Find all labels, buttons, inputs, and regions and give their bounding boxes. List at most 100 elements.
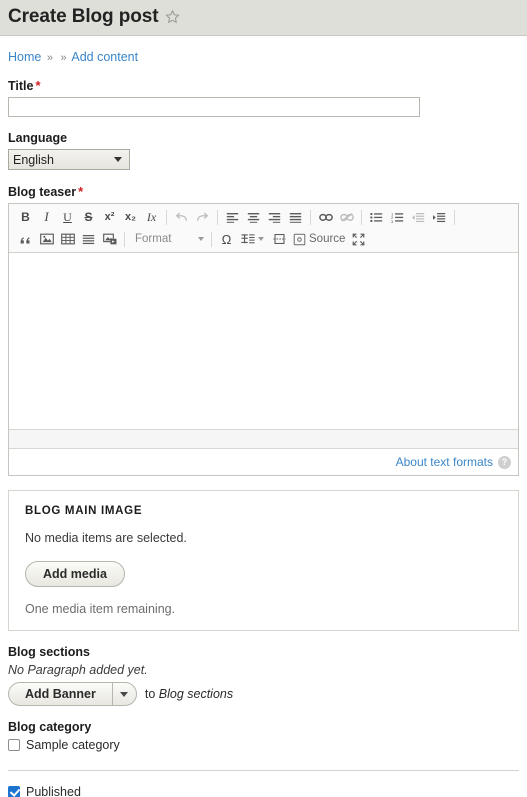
field-blog-category: Blog category Sample category	[8, 720, 519, 752]
blog-main-image-legend: BLOG MAIN IMAGE	[25, 505, 143, 517]
required-marker: *	[35, 78, 41, 93]
language-select[interactable]: English	[8, 149, 130, 170]
page-header: Create Blog post	[0, 0, 527, 36]
published-row[interactable]: Published	[8, 785, 519, 797]
italic-icon[interactable]: I	[36, 207, 57, 227]
numbered-list-icon[interactable]: 123	[387, 207, 408, 227]
add-banner-button[interactable]: Add Banner	[9, 683, 112, 705]
toolbar-separator	[166, 209, 167, 225]
blog-sections-empty-text: No Paragraph added yet.	[8, 663, 148, 677]
table-icon[interactable]	[57, 229, 78, 249]
sample-category-label: Sample category	[26, 738, 120, 752]
unlink-icon	[336, 207, 357, 227]
media-embed-icon[interactable]	[99, 229, 120, 249]
breadcrumb-separator: »	[46, 52, 53, 64]
align-justify-icon[interactable]	[285, 207, 306, 227]
language-label: Language	[8, 131, 68, 145]
add-banner-dropdown-toggle[interactable]	[111, 683, 136, 705]
add-media-button[interactable]: Add media	[25, 561, 125, 587]
blog-sections-label: Blog sections	[8, 645, 90, 659]
section-divider	[8, 770, 519, 771]
align-center-icon[interactable]	[243, 207, 264, 227]
image-icon[interactable]	[36, 229, 57, 249]
media-empty-text: No media items are selected.	[25, 531, 187, 545]
content-form: Title * Language English Blog teaser * BIU…	[0, 78, 527, 797]
superscript-icon[interactable]: x²	[99, 207, 120, 227]
indent-icon[interactable]	[429, 207, 450, 227]
editor-elements-path	[9, 429, 518, 449]
blog-category-option[interactable]: Sample category	[8, 738, 519, 752]
strikethrough-icon[interactable]: S	[78, 207, 99, 227]
blockquote-icon[interactable]	[15, 229, 36, 249]
rich-text-editor: B I U Sx² x₂ Ix 1 2 3 Format Ω Source Ab…	[8, 203, 519, 476]
outdent-icon	[408, 207, 429, 227]
toolbar-separator	[361, 209, 362, 225]
chevron-down-icon[interactable]	[258, 237, 264, 241]
remove-format-icon[interactable]: Ix	[141, 207, 162, 227]
link-icon[interactable]	[315, 207, 336, 227]
editor-toolbar: B I U Sx² x₂ Ix 1 2 3 Format Ω Source	[9, 204, 518, 253]
title-input[interactable]	[8, 97, 420, 117]
underline-icon[interactable]: U	[57, 207, 78, 227]
special-character-icon[interactable]: Ω	[216, 229, 237, 249]
editor-toolbar-row-2: Format Ω Source	[11, 228, 516, 250]
blog-sections-add-row: Add Banner to Blog sections	[8, 682, 519, 706]
star-outline-icon[interactable]	[165, 9, 181, 24]
published-label: Published	[26, 785, 81, 797]
source-button-label: Source	[309, 233, 346, 245]
breadcrumb-link-home[interactable]: Home	[8, 50, 41, 64]
editor-content-area[interactable]	[9, 253, 518, 429]
svg-text:3: 3	[391, 218, 394, 222]
blog-teaser-label: Blog teaser *	[8, 184, 519, 199]
bulleted-list-icon[interactable]	[366, 207, 387, 227]
sample-category-checkbox[interactable]	[8, 739, 20, 751]
breadcrumb-link-add-content[interactable]: Add content	[71, 50, 138, 64]
subscript-icon[interactable]: x₂	[120, 207, 141, 227]
toolbar-separator	[217, 209, 218, 225]
blog-main-image-card: BLOG MAIN IMAGE No media items are selec…	[8, 490, 519, 631]
language-icon[interactable]	[237, 229, 258, 249]
editor-toolbar-row-1: B I U Sx² x₂ Ix 1 2 3	[11, 206, 516, 228]
align-right-icon[interactable]	[264, 207, 285, 227]
blog-category-label: Blog category	[8, 720, 92, 734]
page-break-icon[interactable]	[269, 229, 290, 249]
toolbar-separator	[211, 231, 212, 247]
blog-sections-suffix: to Blog sections	[145, 687, 233, 701]
page-title: Create Blog post	[8, 5, 159, 27]
bold-icon[interactable]: B	[15, 207, 36, 227]
horizontal-rule-icon[interactable]	[78, 229, 99, 249]
breadcrumb-separator: »	[60, 52, 67, 64]
required-marker: *	[78, 184, 84, 199]
chevron-down-icon	[198, 237, 204, 241]
chevron-down-icon	[114, 157, 122, 162]
editor-footer: About text formats ?	[9, 449, 518, 475]
chevron-down-icon	[120, 691, 129, 697]
source-button[interactable]: Source	[290, 233, 348, 246]
about-text-formats-link[interactable]: About text formats	[396, 455, 493, 469]
align-left-icon[interactable]	[222, 207, 243, 227]
field-language: Language English	[8, 131, 519, 170]
blog-sections-suffix-emphasis: Blog sections	[158, 687, 234, 701]
media-remaining-text: One media item remaining.	[25, 602, 176, 616]
field-blog-sections: Blog sections No Paragraph added yet. Ad…	[8, 645, 519, 706]
field-blog-teaser: Blog teaser * B I U Sx² x₂ Ix 1 2 3 Format Ω	[8, 184, 519, 476]
undo-icon	[171, 207, 192, 227]
add-banner-split-button[interactable]: Add Banner	[8, 682, 137, 706]
toolbar-separator	[454, 209, 455, 225]
toolbar-separator	[124, 231, 125, 247]
question-mark-icon[interactable]: ?	[498, 455, 511, 469]
maximize-icon[interactable]	[348, 229, 369, 249]
blog-teaser-label-text: Blog teaser	[8, 185, 77, 199]
toolbar-separator	[310, 209, 311, 225]
title-label: Title *	[8, 78, 519, 93]
title-label-text: Title	[8, 79, 34, 93]
breadcrumb: Home » » Add content	[0, 36, 527, 64]
blog-sections-suffix-prefix: to	[144, 687, 159, 701]
language-selected-value: English	[13, 152, 54, 167]
redo-icon	[192, 207, 213, 227]
published-checkbox[interactable]	[8, 786, 20, 797]
format-dropdown-label: Format	[135, 233, 172, 245]
field-title: Title *	[8, 78, 519, 117]
format-dropdown[interactable]: Format	[129, 229, 207, 249]
source-icon	[293, 233, 306, 245]
